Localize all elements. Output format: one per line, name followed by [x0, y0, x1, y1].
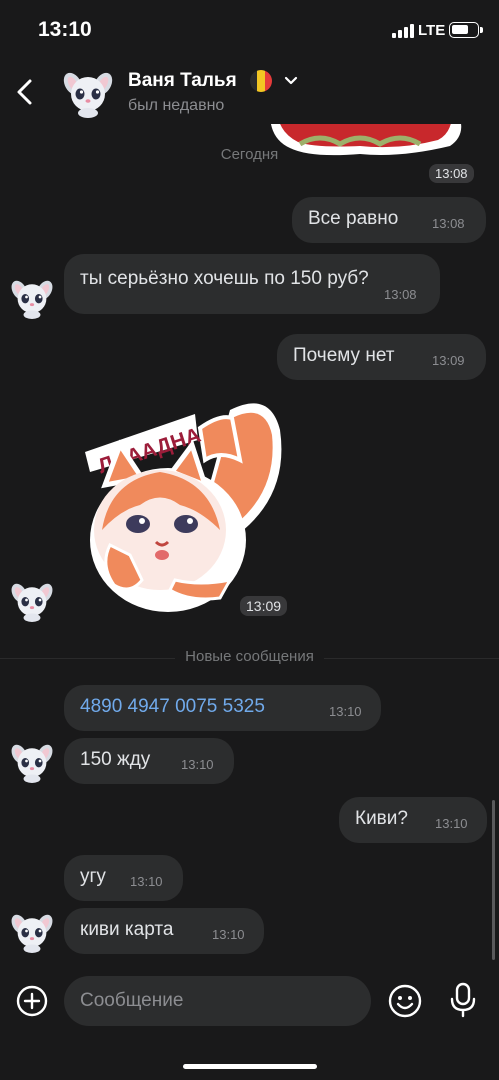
cat-sticker[interactable]: ЛАААДНА	[80, 390, 290, 620]
message-text: Все равно	[308, 208, 399, 229]
flag-stripe	[250, 70, 258, 92]
message-composer	[0, 964, 499, 1038]
message-time: 13:08	[384, 287, 417, 302]
battery-icon	[449, 22, 483, 38]
message-text: Киви?	[355, 808, 408, 829]
contact-avatar[interactable]	[10, 909, 54, 953]
status-bar: 13:10 LTE	[0, 0, 499, 60]
add-icon[interactable]	[16, 985, 48, 1017]
message-text: киви карта	[80, 919, 174, 940]
sticker-time: 13:08	[429, 164, 474, 183]
microphone-icon[interactable]	[449, 982, 477, 1018]
message-text: 150 жду	[80, 749, 151, 770]
incoming-message[interactable]: угу 13:10	[64, 855, 183, 901]
new-messages-label: Новые сообщения	[0, 648, 499, 666]
message-text: угу	[80, 866, 106, 887]
scrollbar[interactable]	[492, 800, 495, 960]
message-time: 13:08	[432, 216, 465, 231]
message-time: 13:10	[212, 927, 245, 942]
chat-header: Ваня Талья был недавно	[0, 60, 499, 124]
message-time: 13:09	[432, 353, 465, 368]
message-text: ты серьёзно хочешь по 150 руб?	[80, 268, 369, 289]
outgoing-message[interactable]: Все равно 13:08	[292, 197, 486, 243]
back-icon[interactable]	[10, 74, 40, 110]
flag-icon	[250, 70, 272, 92]
previous-sticker[interactable]	[260, 118, 470, 160]
incoming-message[interactable]: 4890 4947 0075 5325 13:10	[64, 685, 381, 731]
contact-avatar[interactable]	[10, 275, 54, 319]
emoji-icon[interactable]	[388, 984, 422, 1018]
sticker-time: 13:09	[240, 596, 288, 616]
incoming-message[interactable]: 150 жду 13:10	[64, 738, 234, 784]
flag-stripe	[264, 70, 272, 92]
message-input[interactable]	[64, 976, 371, 1026]
contact-status: был недавно	[128, 97, 225, 114]
chevron-down-icon[interactable]	[282, 72, 300, 90]
message-time: 13:10	[130, 874, 163, 889]
status-time: 13:10	[38, 18, 92, 41]
network-type: LTE	[418, 22, 446, 39]
incoming-message[interactable]: ты серьёзно хочешь по 150 руб? 13:08	[64, 254, 440, 314]
card-number-link[interactable]: 4890 4947 0075 5325	[80, 696, 265, 718]
contact-avatar[interactable]	[62, 66, 114, 118]
contact-avatar[interactable]	[10, 578, 54, 622]
message-time: 13:10	[181, 757, 214, 772]
home-indicator[interactable]	[183, 1064, 317, 1069]
message-text: Почему нет	[293, 345, 395, 366]
signal-icon	[392, 24, 414, 38]
contact-avatar[interactable]	[10, 739, 54, 783]
flag-stripe	[257, 70, 265, 92]
message-time: 13:10	[329, 704, 362, 719]
outgoing-message[interactable]: Киви? 13:10	[339, 797, 487, 843]
message-time: 13:10	[435, 816, 468, 831]
contact-name[interactable]: Ваня Талья	[128, 70, 237, 92]
outgoing-message[interactable]: Почему нет 13:09	[277, 334, 486, 380]
incoming-message[interactable]: киви карта 13:10	[64, 908, 264, 954]
